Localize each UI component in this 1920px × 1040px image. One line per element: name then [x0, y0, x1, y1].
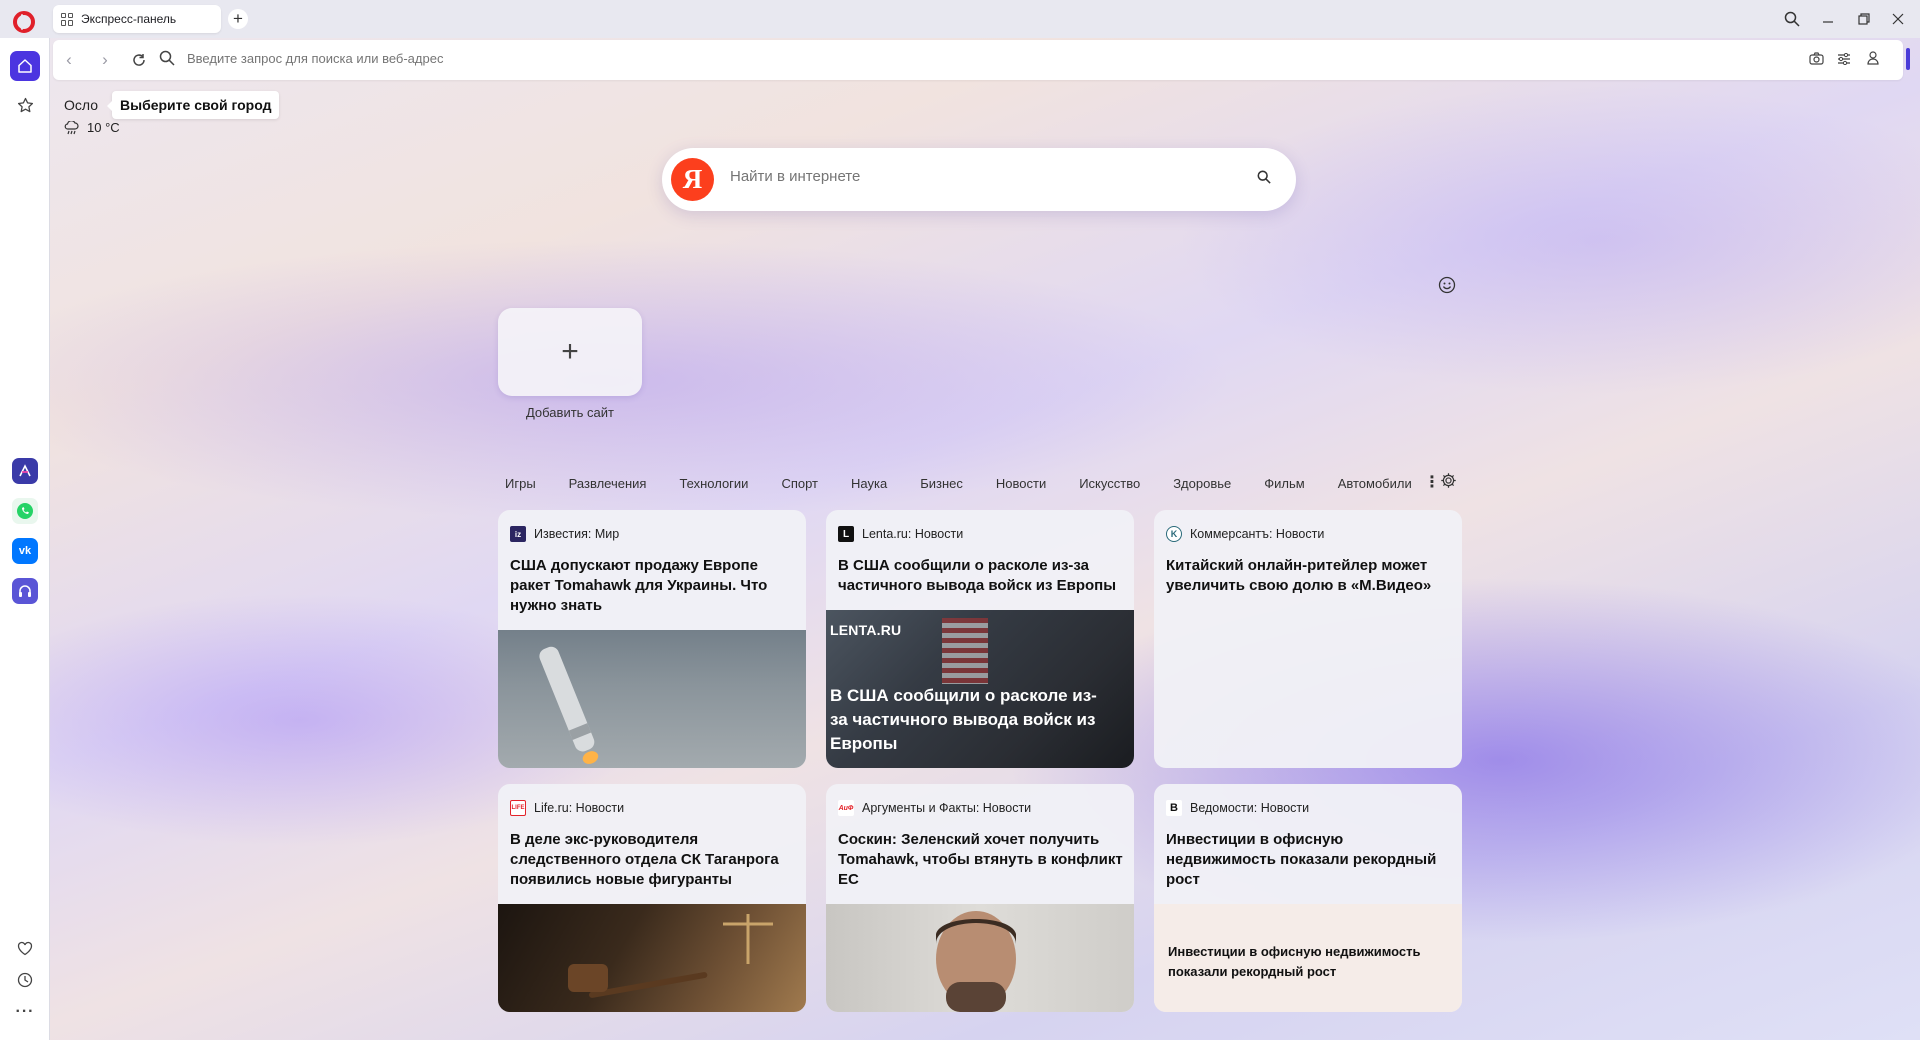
- news-source: Аргументы и Факты: Новости: [862, 801, 1032, 815]
- weather-widget: 10 °C: [64, 120, 120, 135]
- back-icon[interactable]: ‹: [57, 48, 81, 72]
- news-title[interactable]: США допускают продажу Европе ракет Tomah…: [510, 556, 798, 616]
- history-icon[interactable]: [13, 968, 37, 992]
- lenta-icon: L: [838, 526, 854, 542]
- weather-city[interactable]: Осло: [64, 97, 98, 113]
- izvestia-icon: iz: [510, 526, 526, 542]
- tab-strip: [0, 0, 1920, 38]
- news-title[interactable]: Китайский онлайн-ритейлер может увеличит…: [1166, 556, 1454, 596]
- camera-icon[interactable]: [1806, 50, 1826, 70]
- category-tab[interactable]: Развлечения: [569, 476, 647, 491]
- news-card[interactable]: В Ведомости: Новости Инвестиции в офисну…: [1154, 784, 1462, 1012]
- category-tab[interactable]: Здоровье: [1173, 476, 1231, 491]
- category-tab[interactable]: Искусство: [1079, 476, 1140, 491]
- news-source: Коммерсантъ: Новости: [1190, 527, 1325, 541]
- category-tab[interactable]: Спорт: [781, 476, 818, 491]
- whatsapp-icon[interactable]: [12, 498, 38, 524]
- search-icon[interactable]: [1257, 170, 1277, 190]
- weather-temp: 10 °C: [87, 120, 120, 135]
- add-site-label: Добавить сайт: [525, 405, 614, 420]
- news-source: Lenta.ru: Новости: [862, 527, 964, 541]
- easy-setup-icon[interactable]: [1834, 50, 1854, 70]
- sidebar: vk ···: [0, 38, 50, 1040]
- tab-title: Экспресс-панель: [81, 12, 177, 26]
- image-caption: В США сообщили о расколе из-за частичног…: [830, 686, 1097, 753]
- flag-illustration: [942, 618, 988, 684]
- news-image: LENTA.RU В США сообщили о расколе из-за …: [826, 610, 1134, 768]
- aif-icon: АиФ: [838, 800, 854, 816]
- news-image: [498, 904, 806, 1012]
- news-card[interactable]: iz Известия: Мир США допускают продажу Е…: [498, 510, 806, 768]
- news-card[interactable]: K Коммерсантъ: Новости Китайский онлайн-…: [1154, 510, 1462, 768]
- aria-icon[interactable]: [12, 458, 38, 484]
- news-source: Ведомости: Новости: [1190, 801, 1310, 815]
- gear-icon[interactable]: [1440, 472, 1460, 492]
- tab-search-icon[interactable]: [1776, 6, 1808, 32]
- news-title[interactable]: В США сообщили о расколе из-за частичног…: [838, 556, 1126, 596]
- scroll-indicator: [1906, 48, 1910, 70]
- category-tab[interactable]: Фильм: [1264, 476, 1304, 491]
- vk-icon[interactable]: vk: [12, 538, 38, 564]
- search-icon: [159, 50, 177, 68]
- news-source: Известия: Мир: [534, 527, 620, 541]
- category-tab[interactable]: Бизнес: [920, 476, 963, 491]
- profile-icon[interactable]: [1863, 50, 1883, 70]
- news-card[interactable]: АиФ Аргументы и Факты: Новости Соскин: З…: [826, 784, 1134, 1012]
- yandex-logo[interactable]: Я: [671, 158, 714, 201]
- star-icon[interactable]: [13, 93, 37, 117]
- news-categories: Игры Развлечения Технологии Спорт Наука …: [505, 476, 1445, 491]
- city-tooltip[interactable]: Выберите свой город: [106, 91, 280, 119]
- more-icon[interactable]: ···: [13, 1000, 37, 1024]
- forward-icon[interactable]: ›: [93, 48, 117, 72]
- sidebar-divider: [49, 38, 50, 1040]
- new-tab-button[interactable]: +: [228, 9, 248, 29]
- opera-logo[interactable]: [13, 11, 35, 33]
- gavel-illustration: [568, 914, 773, 998]
- home-icon[interactable]: [10, 51, 40, 81]
- missile-illustration: [539, 646, 599, 764]
- heart-icon[interactable]: [13, 936, 37, 960]
- news-title[interactable]: В деле экс-руководителя следственного от…: [510, 830, 798, 890]
- reload-icon[interactable]: [127, 48, 151, 72]
- vedomosti-icon: В: [1166, 800, 1182, 816]
- smiley-icon[interactable]: [1438, 276, 1458, 296]
- news-title[interactable]: Соскин: Зеленский хочет получить Tomahaw…: [838, 830, 1126, 890]
- close-icon[interactable]: [1882, 6, 1914, 32]
- more-categories-icon[interactable]: ⋮: [1424, 475, 1440, 491]
- add-site-button[interactable]: +: [498, 308, 642, 396]
- category-tab[interactable]: Технологии: [679, 476, 748, 491]
- news-image: Инвестиции в офисную недвижимость показа…: [1154, 904, 1462, 1012]
- cloud-rain-icon: [64, 120, 79, 134]
- kommersant-icon: K: [1166, 526, 1182, 542]
- category-tab[interactable]: Игры: [505, 476, 536, 491]
- life-icon: LIFE: [510, 800, 526, 816]
- lenta-watermark: LENTA.RU: [830, 622, 902, 638]
- search-input[interactable]: [730, 168, 1210, 185]
- news-image: [498, 630, 806, 768]
- portrait-illustration: [936, 911, 1016, 1012]
- news-source: Life.ru: Новости: [534, 801, 625, 815]
- music-player-icon[interactable]: [12, 578, 38, 604]
- news-title[interactable]: Инвестиции в офисную недвижимость показа…: [1166, 830, 1454, 890]
- category-tab[interactable]: Наука: [851, 476, 887, 491]
- image-caption: Инвестиции в офисную недвижимость показа…: [1168, 944, 1421, 979]
- grid-icon: [61, 12, 74, 26]
- news-image: [826, 904, 1134, 1012]
- news-card[interactable]: L Lenta.ru: Новости В США сообщили о рас…: [826, 510, 1134, 768]
- category-tab[interactable]: Новости: [996, 476, 1046, 491]
- address-input[interactable]: [187, 51, 887, 66]
- minimize-icon[interactable]: [1812, 6, 1844, 32]
- category-tab[interactable]: Автомобили: [1338, 476, 1412, 491]
- restore-icon[interactable]: [1848, 6, 1880, 32]
- tab-speed-dial[interactable]: Экспресс-панель: [53, 5, 221, 33]
- search-box: Я: [662, 148, 1296, 211]
- address-bar: ‹ ›: [53, 40, 1903, 80]
- news-card[interactable]: LIFE Life.ru: Новости В деле экс-руковод…: [498, 784, 806, 1012]
